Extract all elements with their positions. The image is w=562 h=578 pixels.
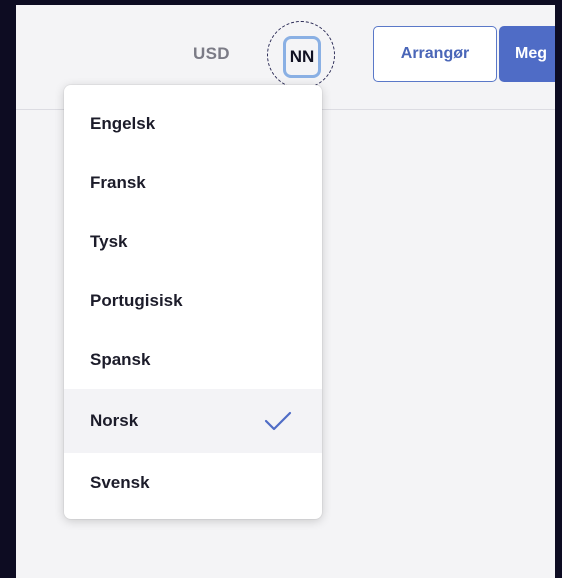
language-option-label: Spansk [90,349,151,369]
arranger-button[interactable]: Arrangør [373,26,497,82]
language-option-portugisisk[interactable]: Portugisisk [64,271,322,330]
app-frame: USD NN Arrangør Meg Engelsk Fransk Tysk … [16,5,555,578]
language-dropdown: Engelsk Fransk Tysk Portugisisk Spansk N… [64,85,322,519]
language-option-label: Svensk [90,472,150,492]
language-option-label: Tysk [90,231,128,251]
language-option-label: Engelsk [90,113,156,133]
language-option-norsk[interactable]: Norsk [64,389,322,453]
language-selector-button[interactable]: NN [283,36,321,78]
language-option-svensk[interactable]: Svensk [64,453,322,512]
language-option-engelsk[interactable]: Engelsk [64,94,322,153]
language-option-tysk[interactable]: Tysk [64,212,322,271]
language-option-label: Fransk [90,172,146,192]
language-option-fransk[interactable]: Fransk [64,153,322,212]
language-option-spansk[interactable]: Spansk [64,330,322,389]
checkmark-icon [264,411,292,431]
currency-selector[interactable]: USD [193,44,230,64]
language-option-label: Portugisisk [90,290,183,310]
member-button[interactable]: Meg [499,26,555,82]
language-option-label: Norsk [90,411,139,430]
